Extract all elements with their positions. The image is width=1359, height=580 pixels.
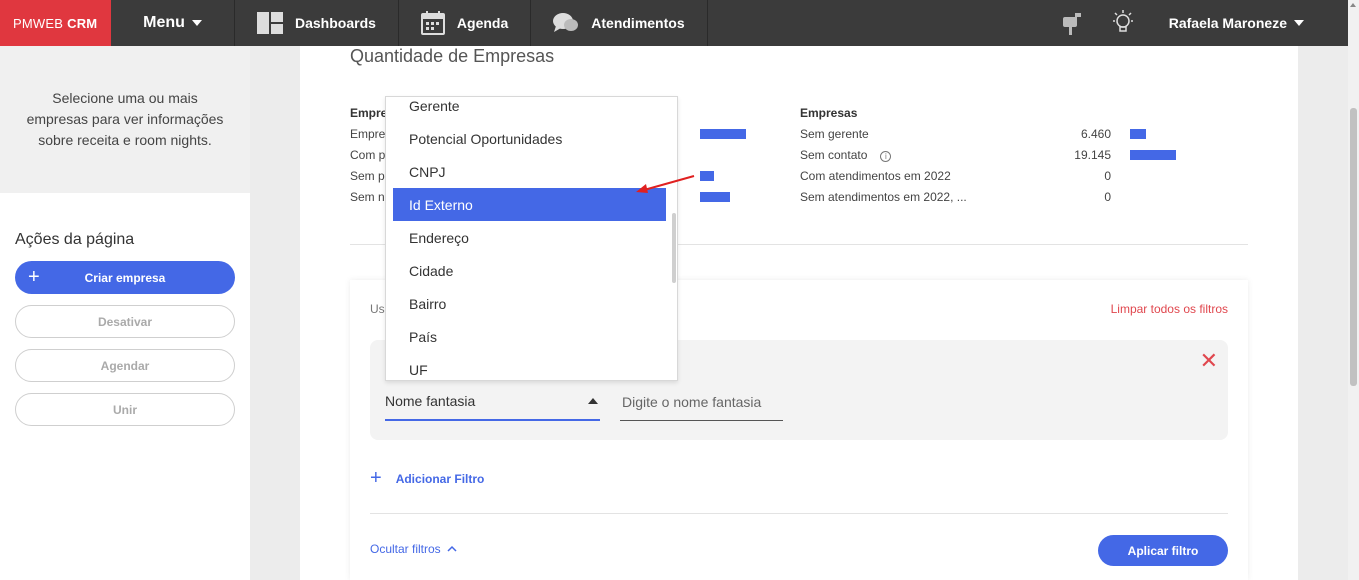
caret-up-icon bbox=[588, 398, 598, 404]
merge-button[interactable]: Unir bbox=[15, 393, 235, 426]
caret-down-icon bbox=[1294, 20, 1304, 26]
stat-label: Sem gerente bbox=[800, 126, 869, 141]
dropdown-option-gerente[interactable]: Gerente bbox=[393, 97, 666, 122]
dashboard-icon bbox=[257, 12, 283, 34]
stat-bar bbox=[700, 170, 714, 181]
menu-label: Menu bbox=[143, 14, 185, 31]
filter-field-select[interactable]: Nome fantasia bbox=[385, 384, 600, 421]
deactivate-button[interactable]: Desativar bbox=[15, 305, 235, 338]
page-scrollbar[interactable] bbox=[1348, 0, 1359, 580]
dropdown-option-cidade[interactable]: Cidade bbox=[393, 254, 666, 287]
dropdown-scrollbar[interactable] bbox=[672, 213, 676, 283]
field-dropdown-list: Gerente Potencial Oportunidades CNPJ Id … bbox=[385, 96, 678, 381]
top-navigation-bar: PMWEB CRM Menu Dashboards Agenda Atendime… bbox=[0, 0, 1348, 46]
caret-down-icon bbox=[191, 20, 202, 26]
dropdown-option-pais[interactable]: País bbox=[393, 320, 666, 353]
user-menu[interactable]: Rafaela Maroneze bbox=[1169, 15, 1304, 31]
scrollbar-thumb[interactable] bbox=[1350, 108, 1357, 386]
annotation-arrow bbox=[636, 175, 695, 193]
plus-icon: + bbox=[28, 266, 40, 288]
plus-icon: + bbox=[370, 467, 382, 489]
dropdown-option-bairro[interactable]: Bairro bbox=[393, 287, 666, 320]
hide-filters-label: Ocultar filtros bbox=[370, 542, 441, 556]
stat-value: 0 bbox=[1104, 168, 1111, 183]
brand-logo[interactable]: PMWEB CRM bbox=[0, 0, 111, 46]
filter-hint: Us bbox=[370, 302, 385, 316]
chat-icon bbox=[553, 13, 579, 32]
brand-prefix: PMWEB bbox=[13, 15, 64, 31]
filter-field-value: Nome fantasia bbox=[385, 393, 476, 409]
chevron-up-icon bbox=[447, 545, 457, 552]
right-stats: Empresas Sem gerente 6.460 Sem contato i … bbox=[800, 102, 1220, 207]
menu-button[interactable]: Menu bbox=[111, 0, 235, 46]
nav-atendimentos[interactable]: Atendimentos bbox=[531, 0, 708, 46]
nav-dashboards[interactable]: Dashboards bbox=[235, 0, 399, 46]
stat-value: 19.145 bbox=[1074, 147, 1111, 162]
right-stats-heading: Empresas bbox=[800, 105, 858, 120]
stat-bar bbox=[1130, 128, 1146, 139]
dropdown-option-id-externo[interactable]: Id Externo bbox=[393, 188, 666, 221]
nav-dashboards-label: Dashboards bbox=[295, 15, 376, 31]
scroll-up-icon[interactable] bbox=[1350, 3, 1356, 7]
user-name: Rafaela Maroneze bbox=[1168, 15, 1287, 31]
dropdown-option-potencial-oportunidades[interactable]: Potencial Oportunidades bbox=[393, 122, 666, 155]
close-icon[interactable]: ✕ bbox=[1200, 350, 1218, 372]
apply-filter-button[interactable]: Aplicar filtro bbox=[1098, 535, 1228, 566]
create-company-button[interactable]: + Criar empresa bbox=[15, 261, 235, 294]
right-stats-row: Sem atendimentos em 2022, ... 0 bbox=[800, 186, 1220, 207]
brand-suffix: CRM bbox=[67, 15, 98, 31]
dropdown-option-uf[interactable]: UF bbox=[393, 353, 666, 380]
clear-all-filters-link[interactable]: Limpar todos os filtros bbox=[1111, 302, 1228, 316]
page-actions: Ações da página + Criar empresa Desativa… bbox=[0, 231, 250, 426]
lightbulb-icon[interactable] bbox=[1111, 10, 1135, 36]
stat-label-text: Sem contato bbox=[800, 147, 868, 162]
sidebar-info: Selecione uma ou mais empresas para ver … bbox=[0, 46, 250, 193]
sidebar-info-text: Selecione uma ou mais empresas para ver … bbox=[26, 90, 224, 148]
right-stats-row: Sem contato i 19.145 bbox=[800, 144, 1220, 165]
page-title: Quantidade de Empresas bbox=[350, 46, 555, 66]
stat-value: 6.460 bbox=[1080, 126, 1111, 141]
stat-bar bbox=[1130, 149, 1176, 160]
filter-value-input[interactable] bbox=[620, 384, 783, 421]
stat-value: 0 bbox=[1104, 189, 1111, 204]
schedule-button[interactable]: Agendar bbox=[15, 349, 235, 382]
stat-label: Com atendimentos em 2022 bbox=[800, 168, 951, 183]
right-stats-row: Com atendimentos em 2022 0 bbox=[800, 165, 1220, 186]
top-right-tools: Rafaela Maroneze bbox=[1049, 0, 1348, 46]
filter-divider bbox=[370, 513, 1228, 514]
nav-agenda[interactable]: Agenda bbox=[399, 0, 532, 46]
add-filter-button[interactable]: + Adicionar Filtro bbox=[370, 467, 484, 490]
nav-atendimentos-label: Atendimentos bbox=[591, 15, 685, 31]
nav-agenda-label: Agenda bbox=[456, 15, 509, 31]
stat-bar bbox=[700, 191, 730, 202]
dropdown-option-cnpj[interactable]: CNPJ bbox=[393, 155, 666, 188]
stat-bar bbox=[700, 128, 746, 139]
sidebar: Selecione uma ou mais empresas para ver … bbox=[0, 46, 250, 580]
hide-filters-link[interactable]: Ocultar filtros bbox=[370, 542, 457, 556]
page-actions-title: Ações da página bbox=[15, 231, 135, 248]
right-stats-row: Sem gerente 6.460 bbox=[800, 123, 1220, 144]
info-icon[interactable]: i bbox=[880, 150, 892, 162]
add-filter-label: Adicionar Filtro bbox=[395, 471, 485, 486]
create-company-label: Criar empresa bbox=[84, 270, 166, 285]
mailbox-icon[interactable] bbox=[1061, 11, 1087, 35]
dropdown-option-endereco[interactable]: Endereço bbox=[393, 221, 666, 254]
calendar-icon bbox=[420, 11, 445, 35]
stat-label: Sem contato i bbox=[800, 148, 970, 162]
stat-label: Sem atendimentos em 2022, ... bbox=[800, 189, 967, 204]
